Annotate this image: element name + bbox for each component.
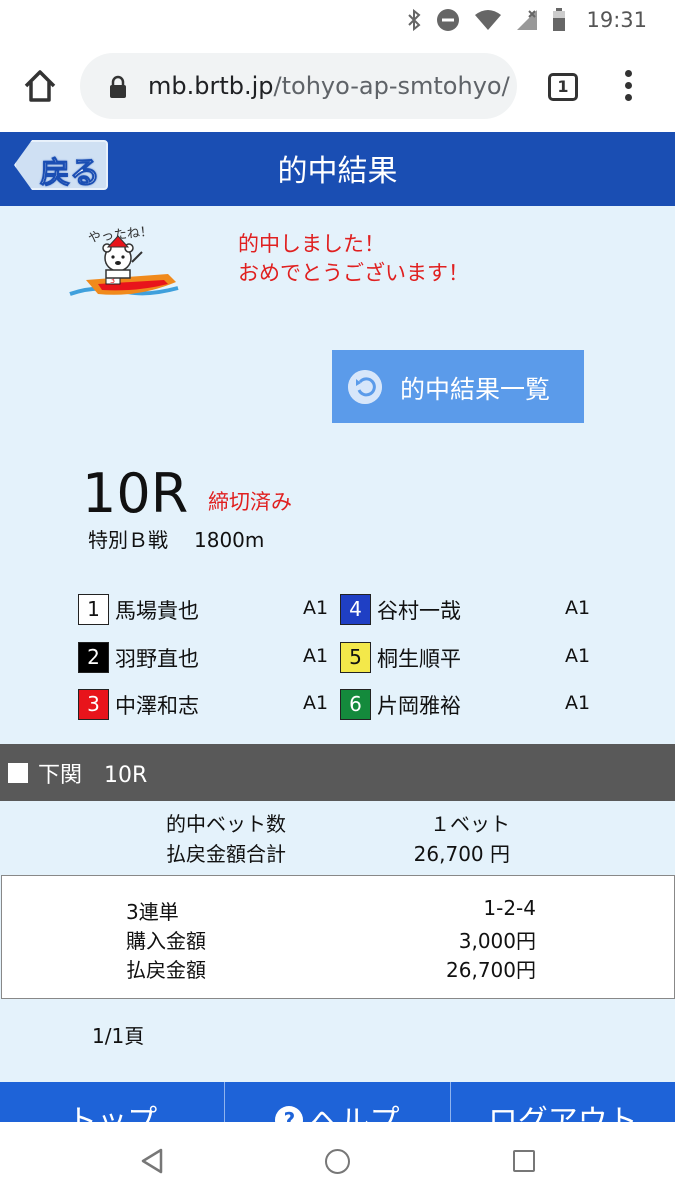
venue-label: 下関 10R — [38, 763, 148, 788]
hit-bets-value: １ベット — [430, 812, 510, 836]
top-label: トップ — [67, 1104, 158, 1122]
do-not-disturb-icon — [437, 9, 460, 31]
wifi-icon — [475, 10, 502, 30]
mascot-bear-boat-image: やったね！ 3 — [69, 224, 179, 296]
purchase-row: 購入金額 3,000円 — [2, 925, 674, 953]
hit-bets-label: 的中ベット数 — [166, 812, 286, 836]
payout-total-label: 払戻金額合計 — [166, 842, 286, 866]
bluetooth-icon — [408, 8, 421, 32]
purchase-label: 購入金額 — [126, 929, 206, 953]
racer-row: 2 羽野直也 A1 — [78, 640, 338, 673]
square-bullet-icon — [8, 763, 28, 783]
status-bar: 19:31 — [0, 0, 675, 40]
bet-combination: 1-2-4 — [483, 896, 536, 920]
address-bar[interactable]: mb.brtb.jp/tohyo-ap-smtohyo/ — [80, 53, 517, 119]
page-indicator: 1/1頁 — [92, 1024, 145, 1048]
tab-switcher-button[interactable]: 1 — [548, 73, 578, 101]
battery-icon — [553, 8, 566, 31]
racer-name: 馬場貴也 — [115, 599, 199, 623]
more-options-icon[interactable] — [620, 70, 636, 104]
page-content: 戻る 的中結果 やったね！ 3 的中しました！ おめでとうございます！ 的中結果… — [0, 132, 675, 1122]
clock: 19:31 — [586, 8, 647, 32]
payout-row: 払戻金額 26,700円 — [2, 954, 674, 982]
racer-name: 片岡雅裕 — [377, 694, 461, 718]
page-header: 戻る 的中結果 — [0, 132, 675, 206]
racer-class: A1 — [303, 597, 329, 619]
racer-class: A1 — [565, 692, 591, 714]
race-distance: 1800m — [194, 528, 265, 552]
footer-nav: トップ ? ヘルプ ログアウト — [0, 1082, 675, 1122]
racer-class: A1 — [303, 692, 329, 714]
bet-detail-box: 3連単 1-2-4 購入金額 3,000円 払戻金額 26,700円 — [1, 875, 675, 999]
url-path: /tohyo-ap-smtohyo/ — [273, 72, 510, 100]
url-domain: mb.brtb.jp — [148, 72, 274, 100]
racer-class: A1 — [303, 645, 329, 667]
venue-bar: 下関 10R — [0, 744, 675, 801]
url-text: mb.brtb.jp/tohyo-ap-smtohyo/ — [148, 72, 510, 100]
racer-number-badge: 3 — [78, 689, 109, 720]
racer-number-badge: 5 — [340, 642, 371, 673]
racer-class: A1 — [565, 597, 591, 619]
racer-row: 3 中澤和志 A1 — [78, 687, 338, 720]
help-button[interactable]: ? ヘルプ — [224, 1082, 449, 1122]
logout-label: ログアウト — [487, 1104, 638, 1122]
home-icon[interactable] — [20, 66, 60, 106]
racer-name: 谷村一哉 — [377, 599, 461, 623]
purchase-value: 3,000円 — [458, 929, 536, 953]
racer-row: 1 馬場貴也 A1 — [78, 592, 338, 625]
results-list-button[interactable]: 的中結果一覧 — [332, 350, 584, 423]
bet-type-label: 3連単 — [126, 900, 179, 924]
payout-total-value: 26,700 円 — [413, 842, 510, 866]
logout-button[interactable]: ログアウト — [449, 1082, 675, 1122]
page-title: 的中結果 — [277, 154, 398, 189]
payout-label: 払戻金額 — [126, 958, 206, 982]
results-list-label: 的中結果一覧 — [400, 375, 551, 404]
help-label: ヘルプ — [309, 1104, 400, 1122]
top-button[interactable]: トップ — [0, 1082, 224, 1122]
return-arrow-icon — [348, 370, 382, 404]
payout-total-row: 払戻金額合計 26,700 円 — [0, 838, 675, 868]
racer-class: A1 — [565, 645, 591, 667]
racer-row: 5 桐生順平 A1 — [340, 640, 600, 673]
lock-icon — [110, 75, 126, 98]
race-info: 特別Ｂ戦 1800m — [88, 524, 264, 553]
racer-row: 4 谷村一哉 A1 — [340, 592, 600, 625]
congrats-line-1: 的中しました！ — [238, 232, 385, 256]
back-triangle-icon[interactable] — [140, 1148, 164, 1174]
browser-toolbar: mb.brtb.jp/tohyo-ap-smtohyo/ 1 — [0, 40, 675, 132]
racer-row: 6 片岡雅裕 A1 — [340, 687, 600, 720]
hit-bets-row: 的中ベット数 １ベット — [0, 808, 675, 838]
race-name: 特別Ｂ戦 — [88, 528, 168, 552]
bet-type-row: 3連単 1-2-4 — [2, 896, 674, 924]
home-circle-icon[interactable] — [325, 1149, 350, 1174]
race-status: 締切済み — [208, 490, 292, 514]
system-nav-bar — [0, 1122, 675, 1200]
racer-number-badge: 2 — [78, 642, 109, 673]
racer-number-badge: 4 — [340, 594, 371, 625]
race-number: 10R — [82, 462, 189, 525]
payout-value: 26,700円 — [446, 958, 536, 982]
racer-name: 羽野直也 — [115, 647, 199, 671]
racer-number-badge: 1 — [78, 594, 109, 625]
cellular-signal-icon — [517, 10, 538, 30]
racer-number-badge: 6 — [340, 689, 371, 720]
congrats-line-2: おめでとうございます！ — [238, 261, 469, 285]
congrats-message: 的中しました！ おめでとうございます！ — [238, 230, 469, 288]
racer-name: 中澤和志 — [115, 694, 199, 718]
help-icon: ? — [275, 1106, 304, 1122]
recent-apps-icon[interactable] — [513, 1150, 535, 1172]
racer-name: 桐生順平 — [377, 647, 461, 671]
